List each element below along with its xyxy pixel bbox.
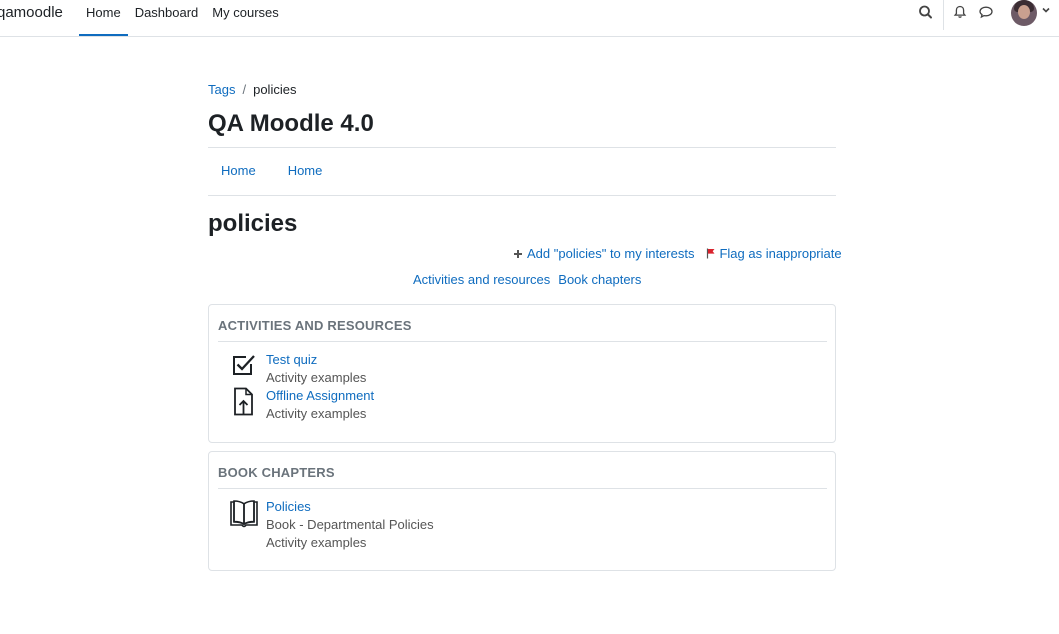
breadcrumb-current: policies — [253, 82, 297, 97]
plus-icon — [514, 249, 522, 258]
page-title: QA Moodle 4.0 — [208, 110, 374, 137]
search-icon[interactable] — [917, 3, 935, 21]
offline-assignment-link[interactable]: Offline Assignment — [266, 387, 374, 405]
chevron-down-icon[interactable] — [1040, 4, 1052, 16]
bell-icon[interactable] — [951, 3, 969, 21]
divider — [208, 147, 836, 148]
activities-header: ACTIVITIES AND RESOURCES — [218, 318, 412, 333]
flag-inappropriate-label: Flag as inappropriate — [719, 246, 842, 261]
add-to-interests-link[interactable]: Add "policies" to my interests — [513, 246, 694, 261]
test-quiz-link[interactable]: Test quiz — [266, 351, 366, 369]
nav-dashboard[interactable]: Dashboard — [128, 0, 206, 36]
item-course: Activity examples — [266, 406, 367, 421]
tag-actions: Add "policies" to my interests Flag as i… — [513, 246, 842, 261]
divider — [218, 488, 827, 489]
activities-card: ACTIVITIES AND RESOURCES Test quiz Activ… — [208, 304, 836, 443]
tag-title: policies — [208, 210, 298, 237]
primary-navigation: Home Dashboard My courses — [79, 0, 286, 36]
divider — [208, 195, 836, 196]
secondary-nav-home-2[interactable]: Home — [275, 163, 336, 178]
secondary-nav-home[interactable]: Home — [208, 163, 269, 178]
book-chapters-header: BOOK CHAPTERS — [218, 465, 335, 480]
site-brand[interactable]: qamoodle — [0, 4, 63, 21]
jump-activities-link[interactable]: Activities and resources — [413, 272, 550, 287]
item-book: Book - Departmental Policies — [266, 517, 434, 532]
breadcrumb-separator: / — [242, 82, 247, 97]
section-jump-links: Activities and resources Book chapters — [413, 272, 641, 287]
nav-home[interactable]: Home — [79, 0, 128, 36]
item-course: Activity examples — [266, 535, 367, 550]
assignment-upload-icon — [234, 387, 253, 416]
divider — [218, 341, 827, 342]
chat-icon[interactable] — [977, 3, 995, 21]
book-icon — [230, 500, 258, 528]
book-chapters-card: BOOK CHAPTERS Policies Book - Department… — [208, 451, 836, 571]
flag-icon — [707, 248, 715, 259]
secondary-navigation: Home Home — [208, 163, 341, 178]
breadcrumb-tags[interactable]: Tags — [208, 82, 235, 97]
quiz-checkbox-icon — [233, 355, 255, 375]
navbar-divider — [943, 0, 944, 30]
add-to-interests-label: Add "policies" to my interests — [527, 246, 695, 261]
nav-my-courses[interactable]: My courses — [205, 0, 285, 36]
policies-chapter-link[interactable]: Policies — [266, 498, 434, 516]
jump-book-chapters-link[interactable]: Book chapters — [558, 272, 641, 287]
top-navbar: qamoodle Home Dashboard My courses — [0, 0, 1059, 37]
flag-inappropriate-link[interactable]: Flag as inappropriate — [706, 246, 842, 261]
item-course: Activity examples — [266, 370, 367, 385]
avatar[interactable] — [1011, 0, 1037, 26]
breadcrumb: Tags / policies — [208, 82, 296, 97]
